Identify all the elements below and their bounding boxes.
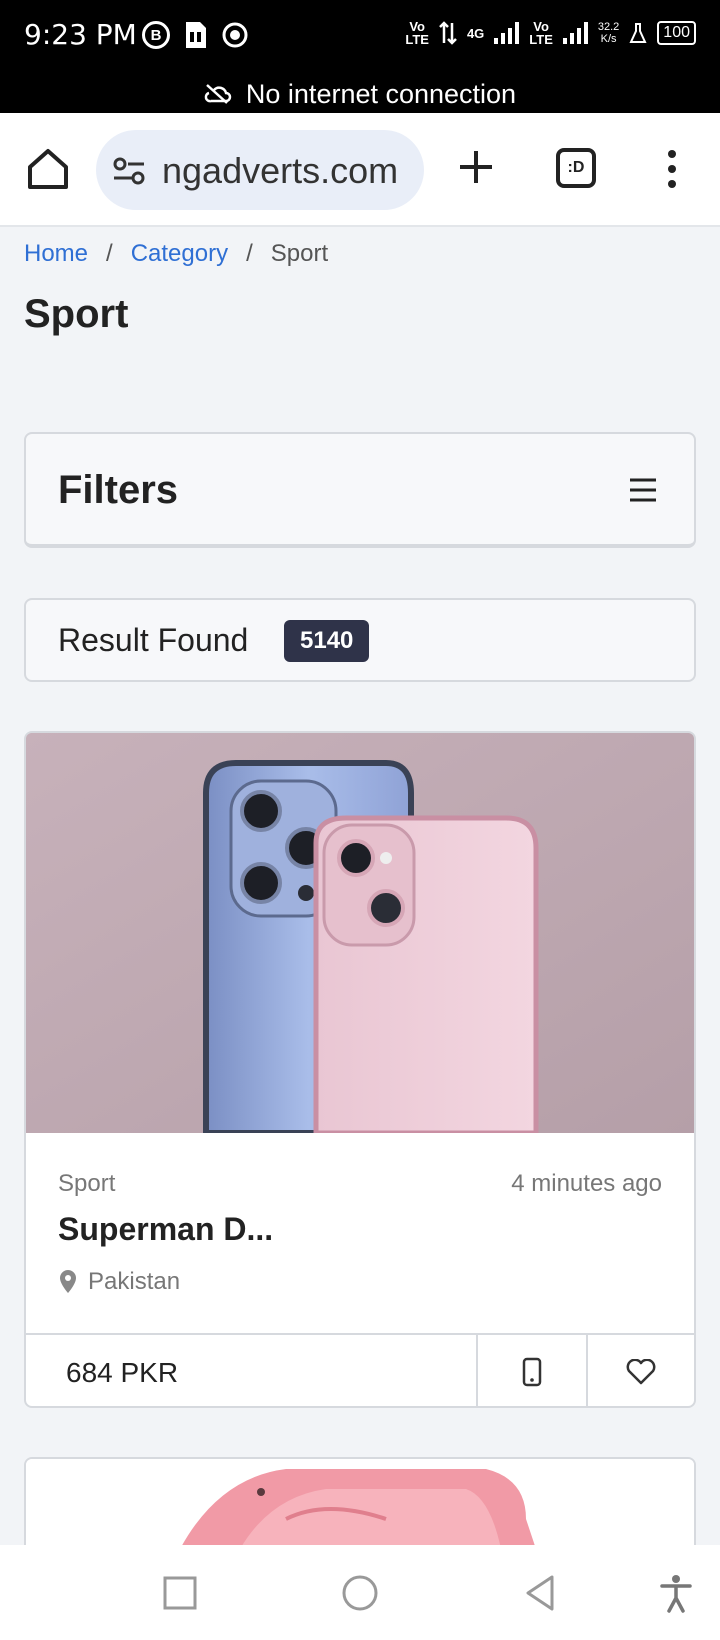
network-4g-label: 4G (466, 25, 485, 41)
plus-icon[interactable] (456, 147, 496, 187)
cloud-off-icon (204, 84, 232, 104)
listing-title[interactable]: Superman D... (58, 1211, 273, 1248)
volte-icon-2: Vo LTE (529, 19, 553, 47)
status-right-icons: Vo LTE 4G Vo LTE 32.2 K/s 100 (405, 20, 696, 46)
tab-switcher-icon[interactable]: :D (556, 148, 596, 188)
browser-toolbar: ngadverts.com :D (0, 113, 720, 227)
nav-back-icon[interactable] (520, 1573, 560, 1613)
more-menu-icon[interactable] (664, 149, 680, 189)
flask-icon (629, 23, 647, 43)
listing-price: 684 PKR (66, 1357, 179, 1388)
call-button[interactable] (476, 1335, 586, 1406)
url-text[interactable]: ngadverts.com (162, 150, 398, 192)
listing-location: Pakistan (58, 1268, 180, 1296)
status-bar: 9:23 PM B Vo LTE 4G Vo LTE 32.2 K/s 100 (0, 0, 720, 75)
battery-indicator: 100 (657, 21, 696, 45)
listing-image[interactable] (26, 733, 694, 1133)
breadcrumb-home[interactable]: Home (24, 240, 88, 268)
breadcrumb-current: Sport (270, 240, 329, 267)
accessibility-icon[interactable] (656, 1573, 696, 1613)
listing-category: Sport (58, 1170, 116, 1197)
sync-app-icon (222, 22, 248, 48)
hamburger-icon[interactable] (628, 476, 658, 504)
b-app-icon: B (142, 21, 170, 49)
results-label: Result Found (58, 622, 249, 658)
breadcrumb: Home / Category / Sport (24, 240, 328, 268)
address-bar[interactable]: ngadverts.com (96, 130, 424, 210)
listing-time: 4 minutes ago (511, 1170, 662, 1197)
breadcrumb-category[interactable]: Category (131, 240, 228, 268)
results-summary: Result Found 5140 (24, 598, 696, 682)
nav-home-icon[interactable] (340, 1573, 380, 1613)
network-speed: 32.2 K/s (597, 21, 620, 45)
breadcrumb-separator: / (246, 240, 253, 267)
system-nav-bar (0, 1545, 720, 1640)
listing-location-text: Pakistan (88, 1268, 181, 1295)
signal-bars-icon-1 (494, 22, 520, 44)
heart-icon (626, 1358, 656, 1384)
site-settings-icon[interactable] (112, 154, 146, 188)
results-count-badge: 5140 (284, 620, 370, 662)
page-title: Sport (24, 292, 129, 336)
volte-icon-1: Vo LTE (405, 19, 429, 47)
phone-icon (522, 1357, 542, 1386)
location-pin-icon (60, 1270, 76, 1293)
status-left-icons: B (142, 20, 248, 50)
offline-text: No internet connection (245, 78, 517, 109)
signal-bars-icon-2 (562, 22, 588, 44)
nav-recents-icon[interactable] (160, 1573, 200, 1613)
home-icon[interactable] (26, 147, 70, 191)
offline-banner: No internet connection (0, 75, 720, 113)
favorite-button[interactable] (586, 1335, 694, 1406)
breadcrumb-separator: / (106, 240, 113, 267)
listing-card[interactable]: Sport 4 minutes ago Superman D... Pakist… (24, 731, 696, 1408)
filters-title: Filters (58, 468, 179, 512)
sim-card-icon (186, 22, 206, 48)
data-arrows-icon (439, 21, 457, 45)
filters-panel[interactable]: Filters (24, 432, 696, 548)
listing-footer: 684 PKR (26, 1333, 694, 1406)
status-time: 9:23 PM (24, 18, 137, 51)
